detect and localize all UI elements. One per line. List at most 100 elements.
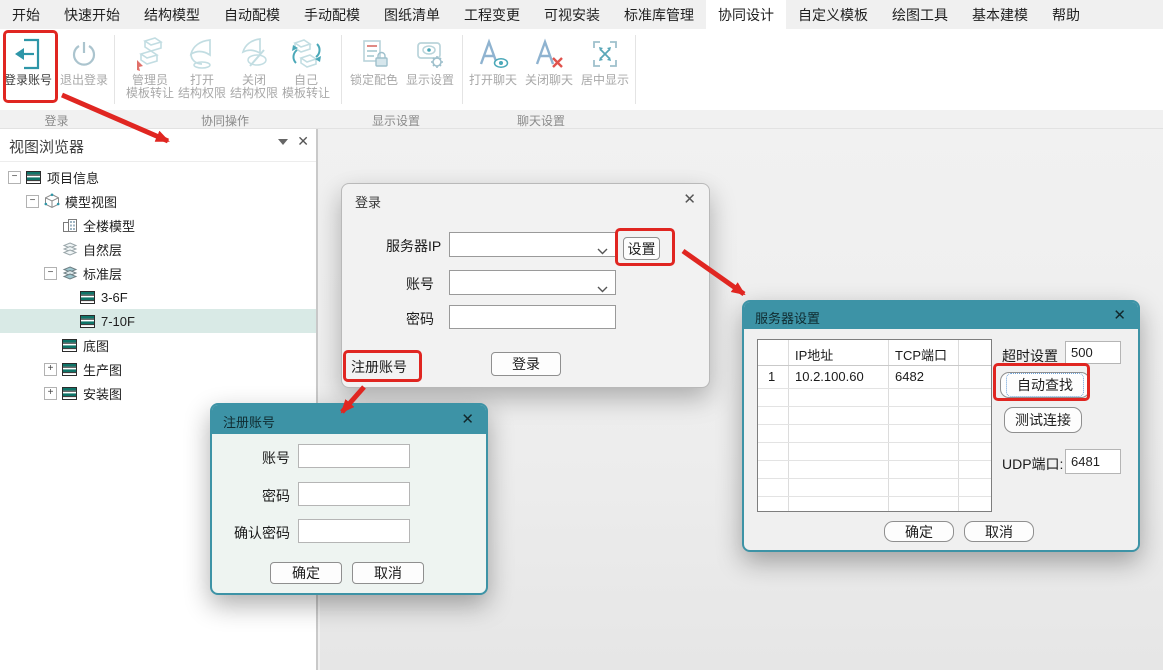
open-chat-button[interactable]: 打开聊天 [465,34,521,110]
open-perm-label-2: 结构权限 [177,86,226,100]
tab-visual-install[interactable]: 可视安装 [532,0,612,29]
expand-toggle[interactable]: + [44,386,57,400]
tab-custom-template[interactable]: 自定义模板 [786,0,880,29]
tree-item-standard-floor[interactable]: − 标准层 [0,261,316,285]
tree-label: 项目信息 [47,170,100,186]
collapse-toggle[interactable]: − [44,266,57,280]
tab-basic-modeling[interactable]: 基本建模 [960,0,1040,29]
tree-item-production-drawing[interactable]: + 生产图 [0,357,316,381]
admin-template-transfer-button[interactable]: 管理员 模板转让 [124,34,176,110]
center-display-icon [588,34,622,74]
tree-item-install-drawing[interactable]: + 安装图 [0,381,316,405]
tree-label: 3-6F [101,289,128,305]
collapse-toggle[interactable]: − [26,194,39,208]
register-dialog-title: 注册账号 [223,415,276,430]
tree-item-whole-building[interactable]: − 全楼模型 [0,213,316,237]
password-input[interactable] [449,305,616,329]
test-connection-button[interactable]: 测试连接 [1004,407,1082,433]
reg-password-input[interactable] [298,482,410,506]
ribbon-separator [341,35,342,104]
tree-item-natural-floor[interactable]: − 自然层 [0,237,316,261]
collapse-toggle[interactable]: − [8,170,21,184]
tab-auto-rebar[interactable]: 自动配模 [212,0,292,29]
register-account-link[interactable]: 注册账号 [351,357,407,377]
register-cancel-button[interactable]: 取消 [352,562,424,584]
tree-item-base-drawing[interactable]: − 底图 [0,333,316,357]
settings-button[interactable]: 设置 [623,237,660,260]
account-label: 账号 [406,276,434,292]
layer-stack-icon [62,266,79,280]
server-cancel-button[interactable]: 取消 [964,521,1034,542]
login-account-button[interactable]: 登录账号 [0,34,56,110]
password-label: 密码 [406,311,434,327]
layers-bars-icon [62,362,79,376]
layers-bars-icon [80,314,97,328]
auto-find-button[interactable]: 自动查找 [1000,372,1090,398]
reg-account-input[interactable] [298,444,410,468]
logout-button[interactable]: 退出登录 [56,34,112,110]
tree-item-7-10f[interactable]: − 7-10F [0,309,316,333]
display-settings-button[interactable]: 显示设置 [402,34,458,110]
tree-label: 生产图 [83,362,123,378]
group-label-login: 登录 [44,114,69,128]
center-display-button[interactable]: 居中显示 [577,34,633,110]
expand-toggle[interactable]: + [44,362,57,376]
tab-help[interactable]: 帮助 [1040,0,1092,29]
tab-manual-rebar[interactable]: 手动配模 [292,0,372,29]
login-dialog-close-icon[interactable]: ✕ [683,190,696,208]
close-flag-icon [236,34,272,74]
panel-close-icon[interactable]: ✕ [297,133,309,150]
group-label-display: 显示设置 [371,114,420,128]
tab-structure-model[interactable]: 结构模型 [132,0,212,29]
tab-collaborative-design[interactable]: 协同设计 [706,0,786,29]
tree-label: 自然层 [83,242,123,258]
server-dialog-title: 服务器设置 [755,311,821,326]
lock-color-button[interactable]: 锁定配色 [346,34,402,110]
server-table-row[interactable]: 1 10.2.100.60 6482 [758,366,991,388]
server-ip-label: 服务器IP [386,238,442,254]
login-dialog-title: 登录 [355,195,382,210]
ribbon-group-strip: 登录 协同操作 显示设置 聊天设置 [0,110,1163,129]
tab-standard-library[interactable]: 标准库管理 [612,0,706,29]
open-structure-permission-button[interactable]: 打开 结构权限 [176,34,228,110]
close-structure-permission-button[interactable]: 关闭 结构权限 [228,34,280,110]
panel-dropdown-icon[interactable] [278,139,288,145]
list-lock-icon [357,34,391,74]
register-dialog-close-icon[interactable]: ✕ [461,410,474,428]
server-ip-combobox[interactable] [449,232,616,257]
layers-bars-icon [26,170,43,184]
server-dialog-close-icon[interactable]: ✕ [1113,306,1126,324]
eye-gear-icon [412,34,448,74]
tree-item-project-info[interactable]: − 项目信息 [0,165,316,189]
tab-quick-start[interactable]: 快速开始 [52,0,132,29]
layers-bars-icon [62,386,79,400]
center-display-label: 居中显示 [580,73,629,87]
login-button[interactable]: 登录 [491,352,561,376]
close-perm-label-2: 结构权限 [229,86,278,100]
letter-a-eye-icon [475,34,511,74]
server-table-header: IP地址 TCP端口 [758,340,991,366]
close-chat-button[interactable]: 关闭聊天 [521,34,577,110]
server-list-table[interactable]: IP地址 TCP端口 1 10.2.100.60 6482 [757,339,992,512]
server-ok-button[interactable]: 确定 [884,521,954,542]
tab-draw-tools[interactable]: 绘图工具 [880,0,960,29]
self-template-transfer-button[interactable]: 自己 模板转让 [280,34,332,110]
tree-item-3-6f[interactable]: − 3-6F [0,285,316,309]
login-account-label: 登录账号 [3,73,52,87]
udp-port-input[interactable] [1065,449,1121,474]
timeout-input[interactable] [1065,341,1121,364]
tab-engineering-change[interactable]: 工程变更 [452,0,532,29]
layers-bars-icon [62,338,79,352]
lock-color-label: 锁定配色 [349,73,398,87]
power-icon [68,34,100,74]
tab-drawing-list[interactable]: 图纸清单 [372,0,452,29]
reg-confirm-input[interactable] [298,519,410,543]
tree-item-model-view[interactable]: − 模型视图 [0,189,316,213]
register-ok-button[interactable]: 确定 [270,562,342,584]
view-tree: − 项目信息 − 模型视图 − 全楼模型 [0,165,316,405]
tab-start[interactable]: 开始 [0,0,52,29]
reg-account-label: 账号 [262,450,290,466]
logout-label: 退出登录 [59,73,108,87]
ribbon-group-chat: 打开聊天 关闭聊天 居中显示 [465,29,633,110]
account-combobox[interactable] [449,270,616,295]
